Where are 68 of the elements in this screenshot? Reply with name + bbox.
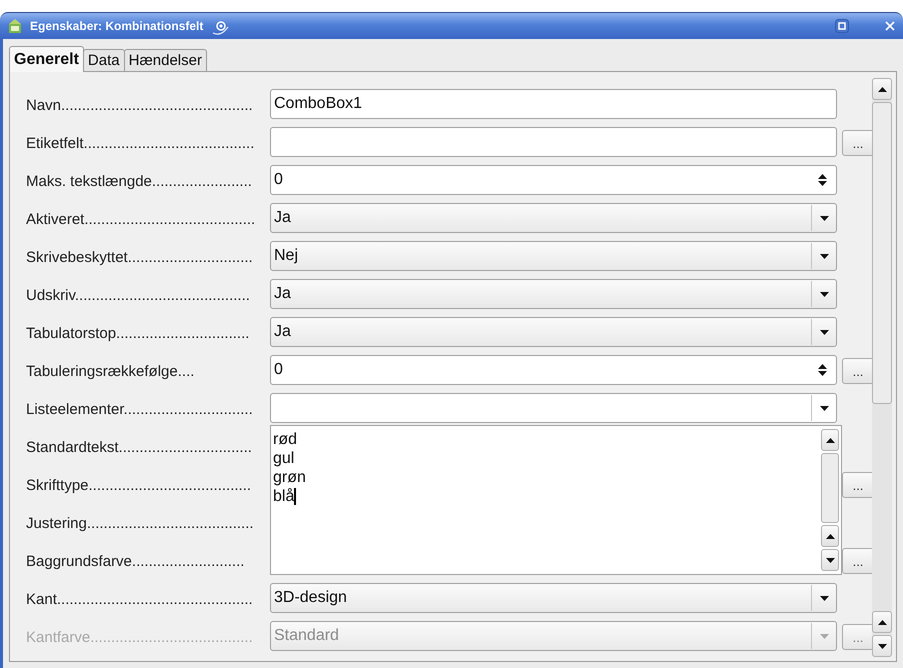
text-cursor	[294, 488, 296, 505]
tab[interactable]: Hændelser	[124, 49, 207, 72]
dropdown-arrow-icon	[820, 292, 828, 296]
list-entry-text: blå	[273, 487, 298, 506]
scroll-down-button[interactable]	[872, 635, 892, 657]
dropdown-field[interactable]: Ja	[270, 317, 837, 347]
dropdown-field[interactable]: Nej	[270, 241, 837, 271]
property-label: Standardtekst................................	[26, 438, 253, 456]
window-title: Egenskaber: Kombinationsfelt	[30, 19, 204, 33]
dropdown-field[interactable]: 3D-design	[270, 583, 837, 613]
browse-button[interactable]: ...	[842, 358, 874, 384]
property-label: Maks. tekstlængde........................	[26, 172, 253, 190]
spin-up-icon	[818, 364, 826, 369]
dropdown-arrow-icon	[820, 406, 828, 410]
arrow-up-icon	[878, 620, 886, 624]
browse-button[interactable]: ...	[842, 130, 874, 156]
spin-down-icon	[818, 371, 826, 376]
arrow-up-icon	[878, 86, 886, 92]
dropdown-arrow-icon	[820, 254, 828, 258]
list-entry-text: rød	[273, 430, 298, 449]
list-entry-text: gul	[273, 449, 296, 468]
property-label: Navn..............................................	[26, 96, 254, 114]
scroll-thumb[interactable]	[872, 102, 892, 404]
dropdown-arrow-icon	[820, 330, 828, 334]
list-entry-text: grøn	[273, 468, 307, 487]
dropdown-arrow-icon	[820, 634, 828, 638]
arrow-up-icon	[826, 534, 834, 538]
property-label: Kant...............................................	[26, 590, 254, 608]
dropdown-field[interactable]: Ja	[270, 203, 837, 233]
property-label: Skrifttype.......................................	[26, 476, 252, 494]
maximize-icon[interactable]	[835, 19, 849, 33]
browse-button[interactable]: ...	[842, 472, 874, 498]
spin-up-icon	[818, 174, 826, 179]
close-icon[interactable]	[885, 19, 895, 33]
property-label: Udskriv..........................................	[26, 286, 251, 304]
property-label: Listeelementer...............................	[26, 400, 254, 418]
property-label: Kantfarve.......................................	[26, 628, 254, 646]
dropdown-field[interactable]	[270, 393, 837, 423]
app-icon	[8, 18, 22, 34]
property-label: Justering........................................	[26, 514, 255, 532]
arrow-down-icon	[826, 558, 834, 562]
text-field[interactable]: ComboBox1	[270, 89, 837, 119]
property-label: Baggrundsfarve...........................	[26, 552, 246, 570]
scrollbar[interactable]	[872, 78, 892, 657]
property-label: Tabuleringsrækkefølge....	[26, 362, 196, 380]
dropdown-arrow-icon	[820, 596, 828, 600]
spin-field[interactable]: 0	[270, 355, 837, 385]
tab[interactable]: Generelt	[9, 46, 84, 72]
property-label: Aktiveret.........................................	[26, 210, 256, 228]
scroll-down-button[interactable]	[821, 549, 839, 571]
dropdown-arrow-icon	[820, 216, 828, 220]
scroll-up-button[interactable]	[821, 525, 839, 547]
property-label: Etiketfelt.........................................	[26, 134, 256, 152]
spin-field[interactable]: 0	[270, 165, 837, 195]
property-label: Skrivebeskyttet..............................	[26, 248, 254, 266]
arrow-up-icon	[826, 438, 834, 442]
tab[interactable]: Data	[82, 49, 125, 72]
browse-button[interactable]: ...	[842, 548, 874, 574]
property-label: Tabulatorstop................................	[26, 324, 250, 342]
arrow-down-icon	[878, 644, 886, 648]
scroll-up-button[interactable]	[872, 611, 892, 633]
spin-down-icon	[818, 181, 826, 186]
dropdown-field[interactable]: Ja	[270, 279, 837, 309]
scroll-up-button[interactable]	[872, 78, 892, 100]
scroll-up-button[interactable]	[821, 429, 839, 451]
list-editor-popup[interactable]: rød gul grøn blå	[270, 425, 842, 575]
scroll-thumb[interactable]	[821, 453, 839, 523]
text-field[interactable]	[270, 127, 837, 157]
